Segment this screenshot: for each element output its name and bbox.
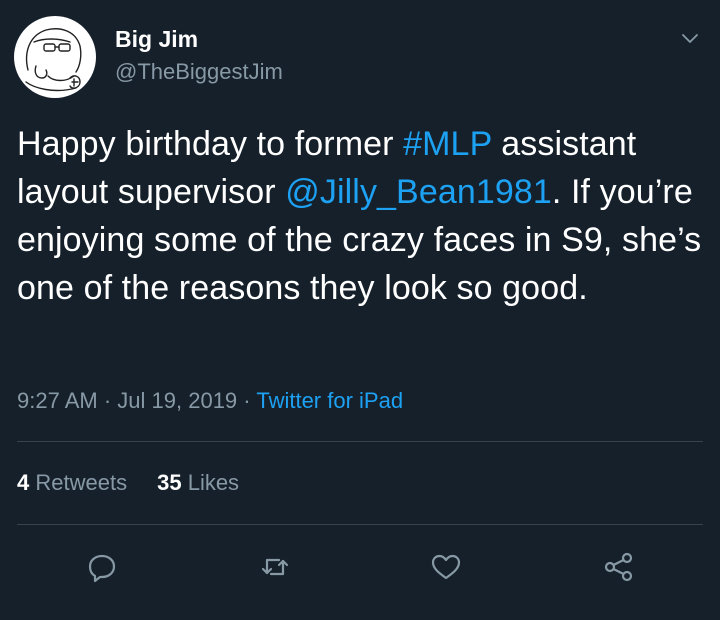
meta-separator: · (103, 388, 112, 413)
divider (17, 441, 703, 442)
share-icon[interactable] (602, 550, 636, 584)
tweet-source-link[interactable]: Twitter for iPad (256, 388, 403, 413)
mention-link[interactable]: @Jilly_Bean1981 (285, 173, 552, 211)
tweet-text-segment: Happy birthday to former (17, 125, 404, 163)
divider (17, 524, 703, 525)
retweets-label: Retweets (35, 470, 128, 495)
engagement-stats: 4 Retweets 35 Likes (17, 470, 239, 496)
cartoon-avatar-image (25, 28, 82, 92)
hashtag-link[interactable]: #MLP (403, 125, 492, 163)
likes-label: Likes (187, 470, 240, 495)
tweet-metadata: 9:27 AM · Jul 19, 2019 · Twitter for iPa… (17, 388, 403, 414)
likes-stat[interactable]: 35 Likes (157, 470, 239, 496)
reply-icon[interactable] (85, 550, 119, 584)
author-name[interactable]: Big Jim (115, 26, 198, 53)
tweet-time[interactable]: 9:27 AM (17, 388, 98, 413)
avatar[interactable] (14, 16, 96, 98)
chevron-down-icon[interactable] (678, 26, 702, 50)
author-handle[interactable]: @TheBiggestJim (115, 59, 283, 85)
like-icon[interactable] (429, 550, 463, 584)
tweet-date[interactable]: Jul 19, 2019 (117, 388, 237, 413)
likes-count: 35 (157, 470, 182, 495)
meta-separator: · (243, 388, 251, 413)
retweets-stat[interactable]: 4 Retweets (17, 470, 127, 496)
retweets-count: 4 (17, 470, 30, 495)
tweet-text: Happy birthday to former #MLP assistant … (17, 120, 707, 312)
retweet-icon[interactable] (258, 550, 292, 584)
